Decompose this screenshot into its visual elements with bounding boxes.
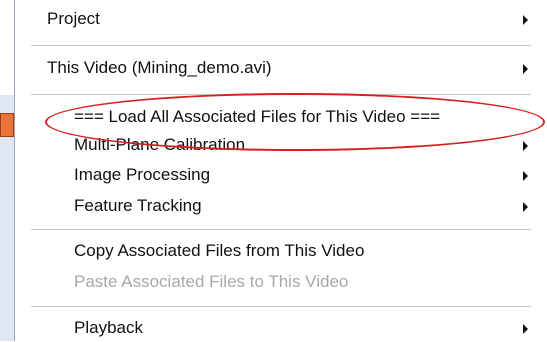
- submenu-arrow-icon: [523, 141, 528, 151]
- menu-separator: [31, 45, 531, 46]
- background-window-accent: [0, 113, 14, 137]
- submenu-arrow-icon: [523, 202, 528, 212]
- menu-item-project[interactable]: Project: [15, 5, 547, 33]
- menu-separator: [31, 229, 531, 230]
- submenu-arrow-icon: [523, 171, 528, 181]
- submenu-arrow-icon: [523, 324, 528, 334]
- menu-item-multi-plane-calibration[interactable]: Multi-Plane Calibration: [15, 131, 547, 159]
- menu-item-feature-tracking[interactable]: Feature Tracking: [15, 192, 547, 220]
- menu-item-paste-associated-files: Paste Associated Files to This Video: [15, 268, 547, 296]
- menu-item-label: Paste Associated Files to This Video: [74, 272, 349, 291]
- menu-item-label: Multi-Plane Calibration: [74, 135, 246, 154]
- menu-separator: [31, 94, 531, 95]
- menu-item-label: Project: [47, 9, 100, 28]
- menu-item-playback[interactable]: Playback: [15, 314, 547, 342]
- menu-item-label: Playback: [74, 318, 143, 337]
- menu-item-label: Copy Associated Files from This Video: [74, 241, 365, 260]
- submenu-arrow-icon: [523, 15, 528, 25]
- menu-item-label: Feature Tracking: [74, 196, 202, 215]
- menu-item-label: Image Processing: [74, 165, 211, 184]
- menu-item-copy-associated-files[interactable]: Copy Associated Files from This Video: [15, 237, 547, 265]
- menu-item-image-processing[interactable]: Image Processing: [15, 161, 547, 189]
- menu-item-label: This Video (Mining_demo.avi): [47, 58, 272, 77]
- submenu-arrow-icon: [523, 64, 528, 74]
- menu-item-load-all-associated-files[interactable]: === Load All Associated Files for This V…: [15, 103, 547, 131]
- menu-item-this-video[interactable]: This Video (Mining_demo.avi): [15, 54, 547, 82]
- menu-separator: [31, 306, 531, 307]
- menu-item-label: === Load All Associated Files for This V…: [74, 107, 441, 126]
- context-menu: Project This Video (Mining_demo.avi) ===…: [14, 0, 547, 341]
